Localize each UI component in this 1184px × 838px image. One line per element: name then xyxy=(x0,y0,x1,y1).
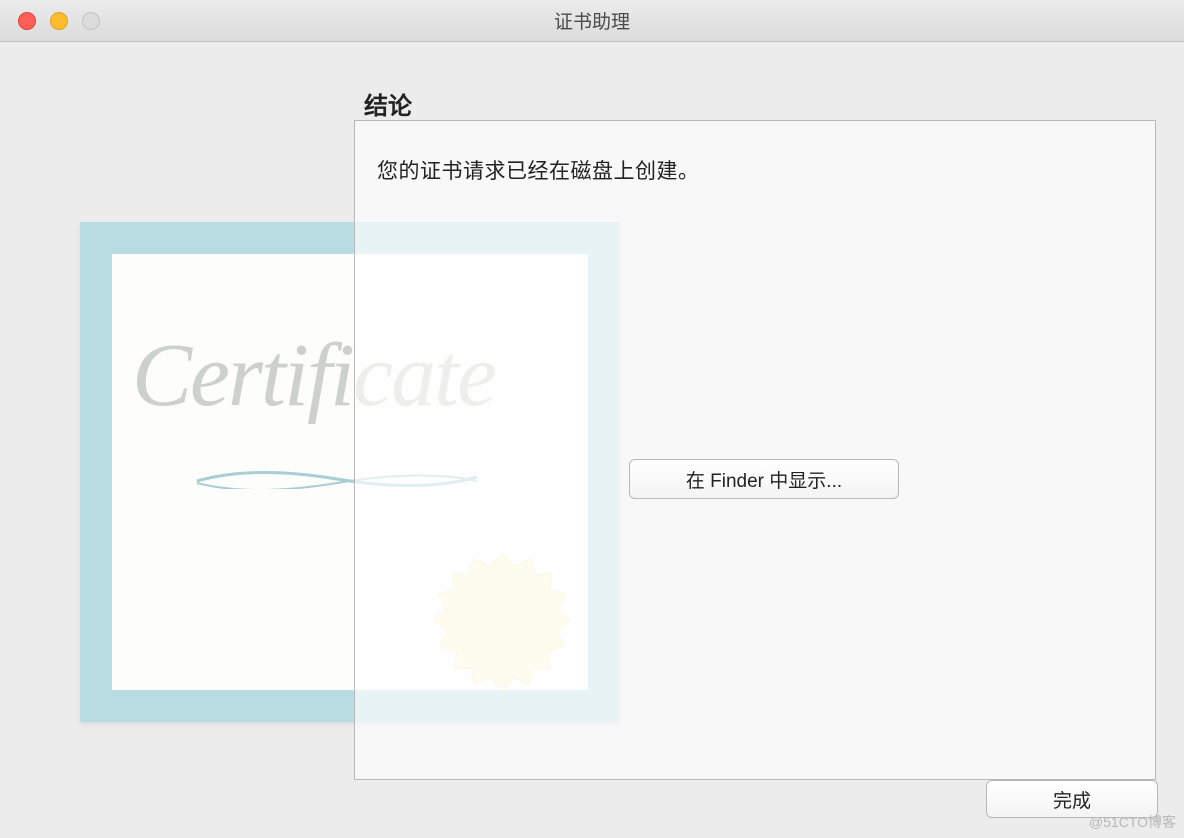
show-in-finder-label: 在 Finder 中显示... xyxy=(686,466,842,493)
traffic-lights xyxy=(0,12,100,30)
section-heading: 结论 xyxy=(364,86,412,121)
main-panel: 您的证书请求已经在磁盘上创建。 在 Finder 中显示... xyxy=(354,120,1156,780)
done-button-label: 完成 xyxy=(1053,786,1091,813)
close-window-button[interactable] xyxy=(18,12,36,30)
minimize-window-button[interactable] xyxy=(50,12,68,30)
watermark-text: @51CTO博客 xyxy=(1089,812,1176,832)
window-title: 证书助理 xyxy=(0,7,1184,34)
status-message: 您的证书请求已经在磁盘上创建。 xyxy=(377,155,700,185)
content-area: Certificate 结论 您的证书请求已经在磁盘上创建。 在 Finder … xyxy=(0,42,1184,838)
zoom-window-button-disabled xyxy=(82,12,100,30)
show-in-finder-button[interactable]: 在 Finder 中显示... xyxy=(629,459,899,499)
window-titlebar: 证书助理 xyxy=(0,0,1184,42)
